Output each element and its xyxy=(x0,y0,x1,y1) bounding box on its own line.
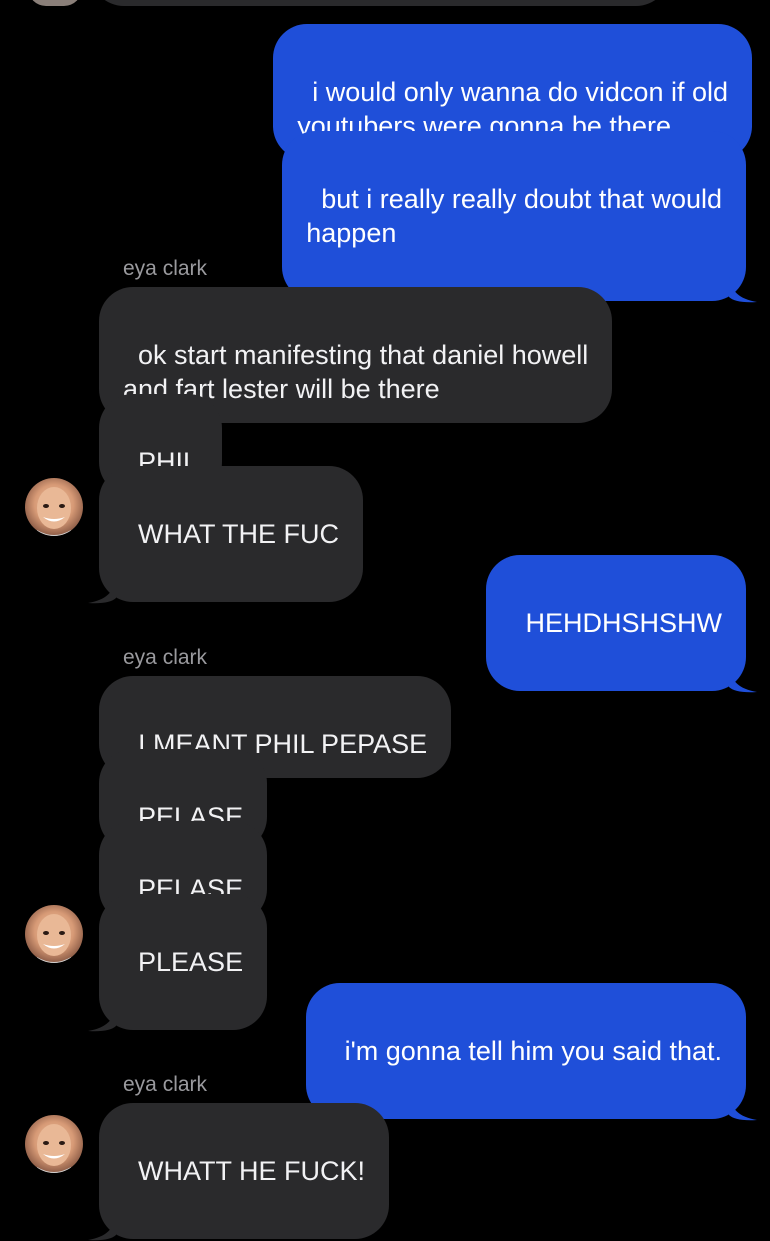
face-icon xyxy=(37,1124,71,1173)
message-text: but i really really doubt that would hap… xyxy=(306,184,722,248)
message-bubble-incoming[interactable]: WHAT THE FUC xyxy=(88,466,364,604)
message-bubble-outgoing[interactable]: but i really really doubt that would hap… xyxy=(282,131,757,303)
message-bubble-incoming[interactable]: PLEASE xyxy=(88,894,268,1032)
face-icon xyxy=(37,487,71,536)
message-bubble-partial[interactable] xyxy=(90,0,670,6)
contact-avatar[interactable] xyxy=(25,478,83,536)
contact-avatar-partial[interactable] xyxy=(28,0,82,6)
bubble-tail-icon xyxy=(88,1006,116,1032)
message-text: HEHDHSHSHW xyxy=(525,608,722,638)
message-bubble-outgoing[interactable]: HEHDHSHSHW xyxy=(486,555,757,693)
contact-avatar[interactable] xyxy=(25,905,83,963)
message-bubble-incoming[interactable]: WHATT HE FUCK! xyxy=(88,1103,390,1241)
message-text: WHATT HE FUCK! xyxy=(138,1156,366,1186)
sender-name: eya clark xyxy=(123,646,208,669)
message-text: WHAT THE FUC xyxy=(138,519,340,549)
sender-name: eya clark xyxy=(123,257,208,280)
message-text: PLEASE xyxy=(138,947,244,977)
bubble-tail-icon xyxy=(88,1215,116,1241)
message-bubble-outgoing[interactable]: i'm gonna tell him you said that. xyxy=(305,983,757,1121)
bubble-tail-icon xyxy=(729,277,757,303)
bubble-tail-icon xyxy=(88,578,116,604)
bubble-tail-icon xyxy=(729,1095,757,1121)
contact-avatar[interactable] xyxy=(25,1115,83,1173)
message-text: i'm gonna tell him you said that. xyxy=(344,1036,722,1066)
bubble-tail-icon xyxy=(729,667,757,693)
face-icon xyxy=(37,914,71,963)
sender-name: eya clark xyxy=(123,1073,208,1096)
